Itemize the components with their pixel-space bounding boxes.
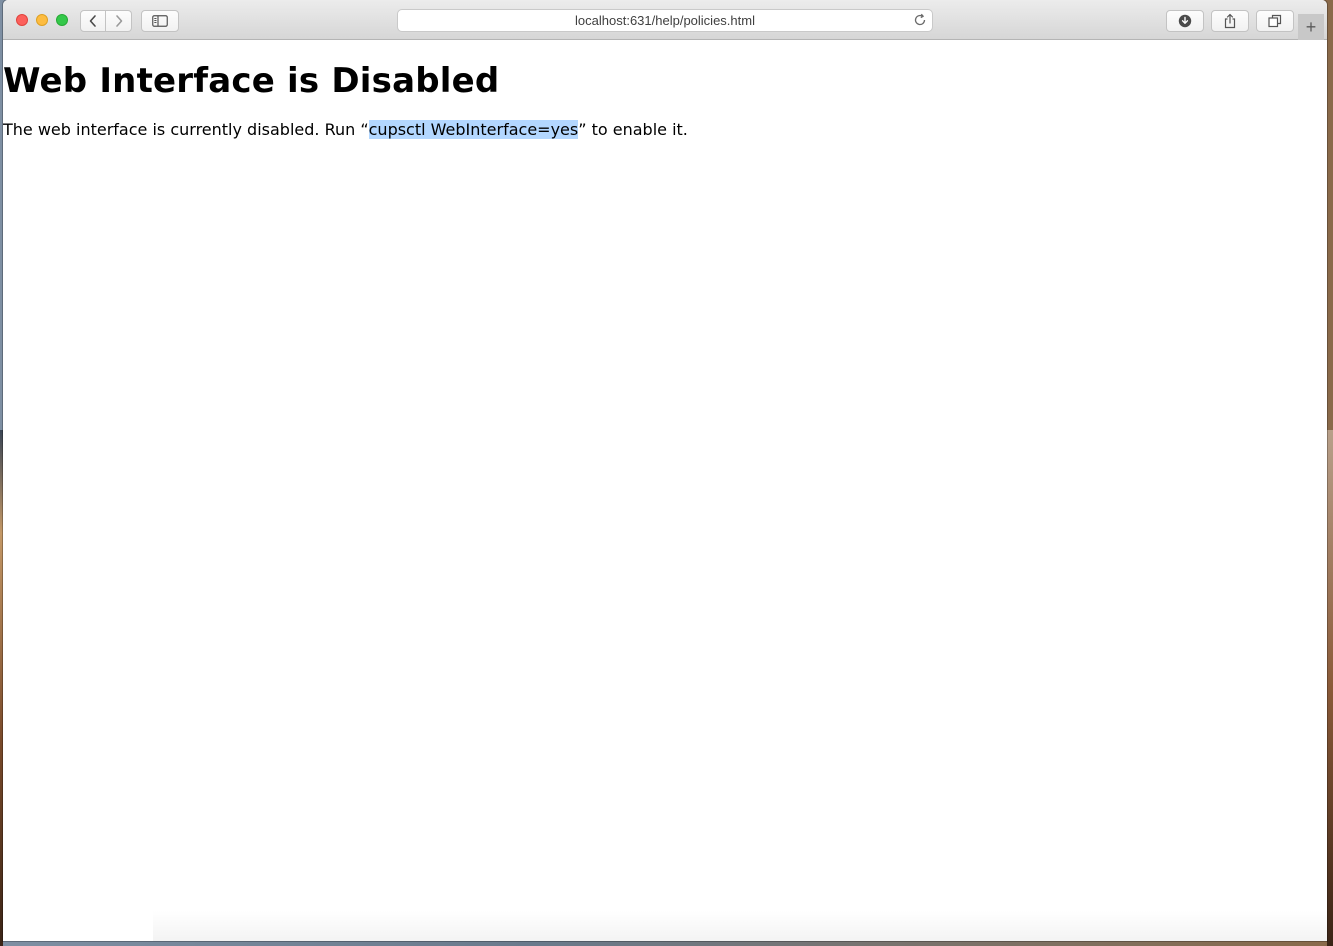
forward-button[interactable] [106, 10, 132, 32]
minimize-window-button[interactable] [36, 14, 48, 26]
address-bar[interactable]: localhost:631/help/policies.html [397, 9, 933, 32]
share-button[interactable] [1211, 10, 1249, 32]
chevron-left-icon [89, 15, 96, 27]
reload-icon[interactable] [913, 13, 927, 27]
tab-overview-button[interactable] [1256, 10, 1294, 32]
page-content: Web Interface is Disabled The web interf… [3, 40, 1327, 941]
bottom-shadow [153, 911, 1327, 941]
navigation-buttons [80, 10, 133, 32]
desktop-wallpaper-right [1327, 430, 1333, 946]
download-icon [1178, 14, 1192, 28]
chevron-right-icon [115, 15, 122, 27]
new-tab-button[interactable]: + [1298, 14, 1324, 40]
command-text-selected[interactable]: cupsctl WebInterface=yes [368, 120, 579, 139]
tabs-overview-icon [1268, 14, 1282, 28]
page-title: Web Interface is Disabled [3, 61, 500, 101]
downloads-button[interactable] [1166, 10, 1204, 32]
plus-icon: + [1305, 16, 1317, 37]
message-prefix: The web interface is currently disabled.… [3, 120, 369, 139]
close-window-button[interactable] [16, 14, 28, 26]
sidebar-toggle-button[interactable] [141, 10, 179, 32]
share-icon [1224, 13, 1236, 29]
maximize-window-button[interactable] [56, 14, 68, 26]
sidebar-icon [152, 15, 168, 27]
browser-window: localhost:631/help/policies.html Web Int… [3, 0, 1327, 941]
url-text: localhost:631/help/policies.html [575, 13, 755, 28]
back-button[interactable] [80, 10, 106, 32]
disabled-message: The web interface is currently disabled.… [3, 120, 688, 139]
message-suffix: ” to enable it. [578, 120, 688, 139]
browser-toolbar: localhost:631/help/policies.html [3, 0, 1327, 40]
